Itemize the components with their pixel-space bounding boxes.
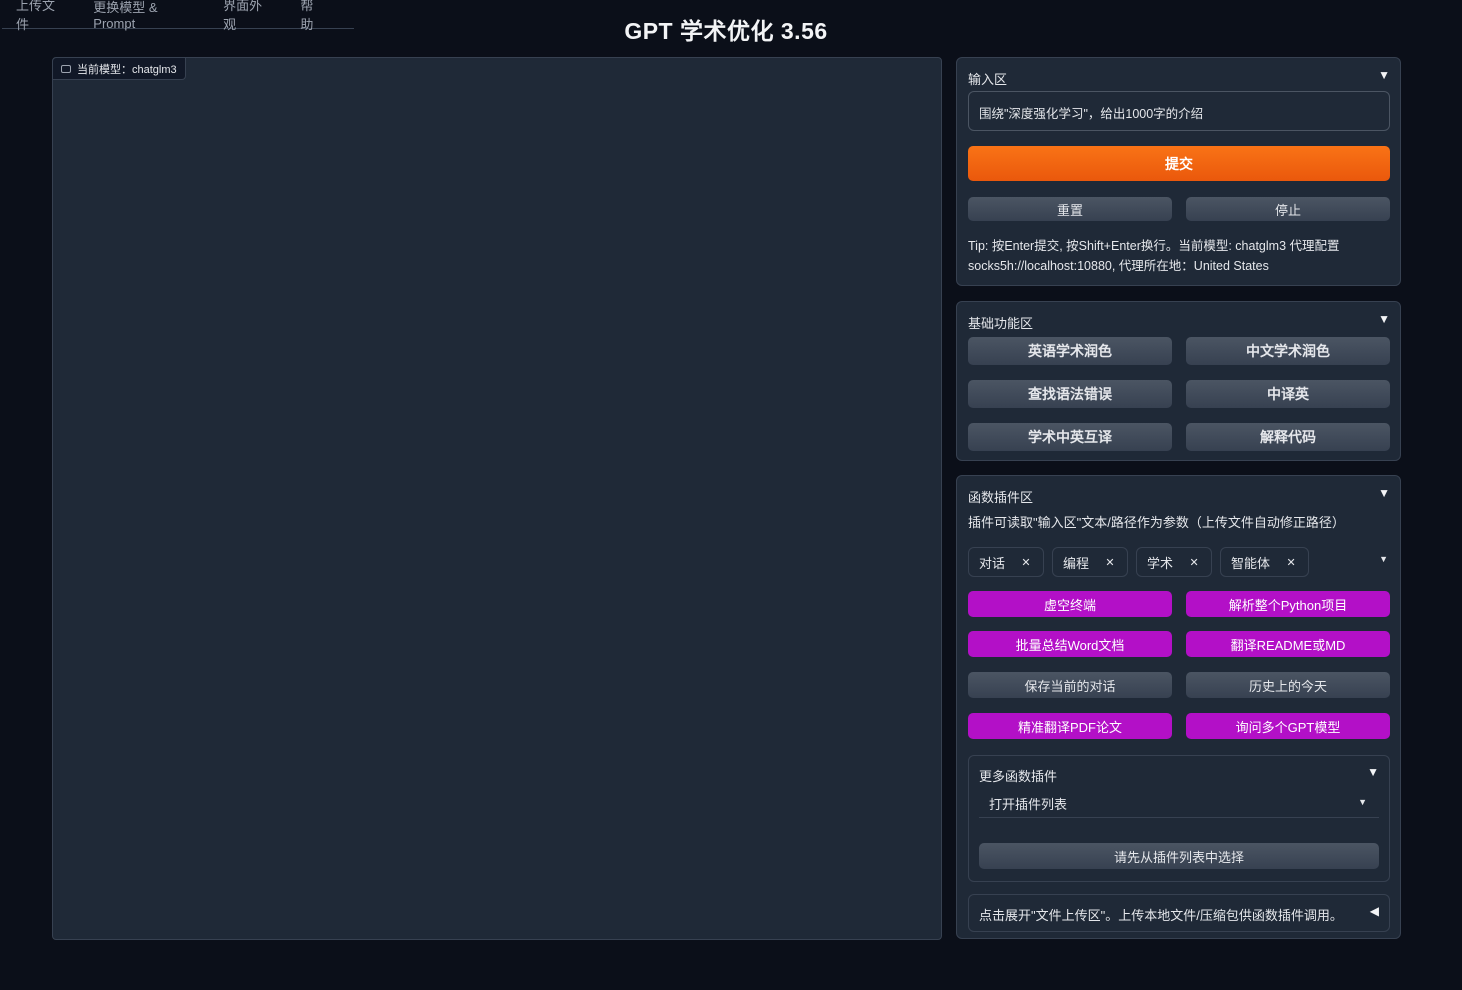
tag-dialog: 对话 ✕ [968,547,1045,577]
grammar-check-button[interactable]: 查找语法错误 [968,380,1172,408]
ask-multiple-gpt-button[interactable]: 询问多个GPT模型 [1186,713,1390,739]
collapse-triangle-icon[interactable]: ▼ [1378,486,1390,500]
chatbot-area[interactable]: 当前模型：chatglm3 [52,57,942,940]
zh-to-en-button[interactable]: 中译英 [1186,380,1390,408]
basic-panel-header: 基础功能区 [968,316,1034,331]
translate-readme-button[interactable]: 翻译README或MD [1186,631,1390,657]
more-plugins-panel: 更多函数插件 ▼ 打开插件列表 ▼ 请先从插件列表中选择 [968,755,1390,882]
tag-label: 智能体 [1231,555,1271,571]
plugin-list-select-value: 打开插件列表 [989,797,1068,812]
current-model-label: 当前模型：chatglm3 [53,58,186,80]
parse-python-project-button[interactable]: 解析整个Python项目 [1186,591,1390,617]
academic-translate-button[interactable]: 学术中英互译 [968,423,1172,451]
remove-tag-icon[interactable]: ✕ [1187,555,1201,569]
file-upload-toggle[interactable]: 点击展开"文件上传区"。上传本地文件/压缩包供函数插件调用。 ◀ [968,894,1390,932]
tag-coding: 编程 ✕ [1052,547,1129,577]
tag-label: 对话 [979,555,1006,571]
expand-triangle-icon[interactable]: ◀ [1370,904,1379,918]
english-polish-button[interactable]: 英语学术润色 [968,337,1172,365]
collapse-triangle-icon[interactable]: ▼ [1378,68,1390,82]
tag-agent: 智能体 ✕ [1220,547,1310,577]
tag-label: 编程 [1063,555,1090,571]
translate-pdf-button[interactable]: 精准翻译PDF论文 [968,713,1172,739]
app-title: GPT 学术优化 3.56 [624,18,828,44]
plugin-panel: 函数插件区 ▼ 插件可读取"输入区"文本/路径作为参数（上传文件自动修正路径） … [956,475,1401,939]
chinese-polish-button[interactable]: 中文学术润色 [1186,337,1390,365]
explain-code-button[interactable]: 解释代码 [1186,423,1390,451]
plugin-description: 插件可读取"输入区"文本/路径作为参数（上传文件自动修正路径） [968,515,1345,530]
dropdown-arrow-icon[interactable]: ▼ [1379,554,1388,564]
save-conversation-button[interactable]: 保存当前的对话 [968,672,1172,698]
plugin-panel-header: 函数插件区 [968,490,1034,505]
prompt-input[interactable]: 围绕"深度强化学习"，给出1000字的介绍 [968,91,1390,131]
model-label-text: 当前模型：chatglm3 [77,63,177,76]
more-plugins-header: 更多函数插件 [979,769,1058,784]
submit-button[interactable]: 提交 [968,146,1390,181]
file-upload-label: 点击展开"文件上传区"。上传本地文件/压缩包供函数插件调用。 [979,908,1343,923]
plugin-list-select[interactable]: 打开插件列表 ▼ [979,790,1379,818]
collapse-triangle-icon[interactable]: ▼ [1378,312,1390,326]
chat-bubble-icon [61,64,71,73]
plugin-category-selector[interactable]: 对话 ✕ 编程 ✕ 学术 ✕ 智能体 ✕ ▼ [968,546,1392,578]
tip-text: Tip: 按Enter提交, 按Shift+Enter换行。当前模型: chat… [968,239,1340,273]
void-terminal-button[interactable]: 虚空终端 [968,591,1172,617]
basic-functions-panel: 基础功能区 ▼ 英语学术润色 中文学术润色 查找语法错误 中译英 学术中英互译 … [956,301,1401,461]
collapse-triangle-icon[interactable]: ▼ [1367,765,1379,779]
stop-button[interactable]: 停止 [1186,197,1390,221]
summarize-word-button[interactable]: 批量总结Word文档 [968,631,1172,657]
input-panel-header: 输入区 [968,72,1008,87]
dropdown-arrow-icon: ▼ [1358,797,1367,807]
tag-academic: 学术 ✕ [1136,547,1213,577]
remove-tag-icon[interactable]: ✕ [1103,555,1117,569]
reset-button[interactable]: 重置 [968,197,1172,221]
remove-tag-icon[interactable]: ✕ [1284,555,1298,569]
run-selected-plugin-button[interactable]: 请先从插件列表中选择 [979,843,1379,869]
input-panel: 输入区 ▼ 围绕"深度强化学习"，给出1000字的介绍 提交 重置 停止 Tip… [956,57,1401,286]
tag-label: 学术 [1147,555,1174,571]
history-today-button[interactable]: 历史上的今天 [1186,672,1390,698]
remove-tag-icon[interactable]: ✕ [1019,555,1033,569]
